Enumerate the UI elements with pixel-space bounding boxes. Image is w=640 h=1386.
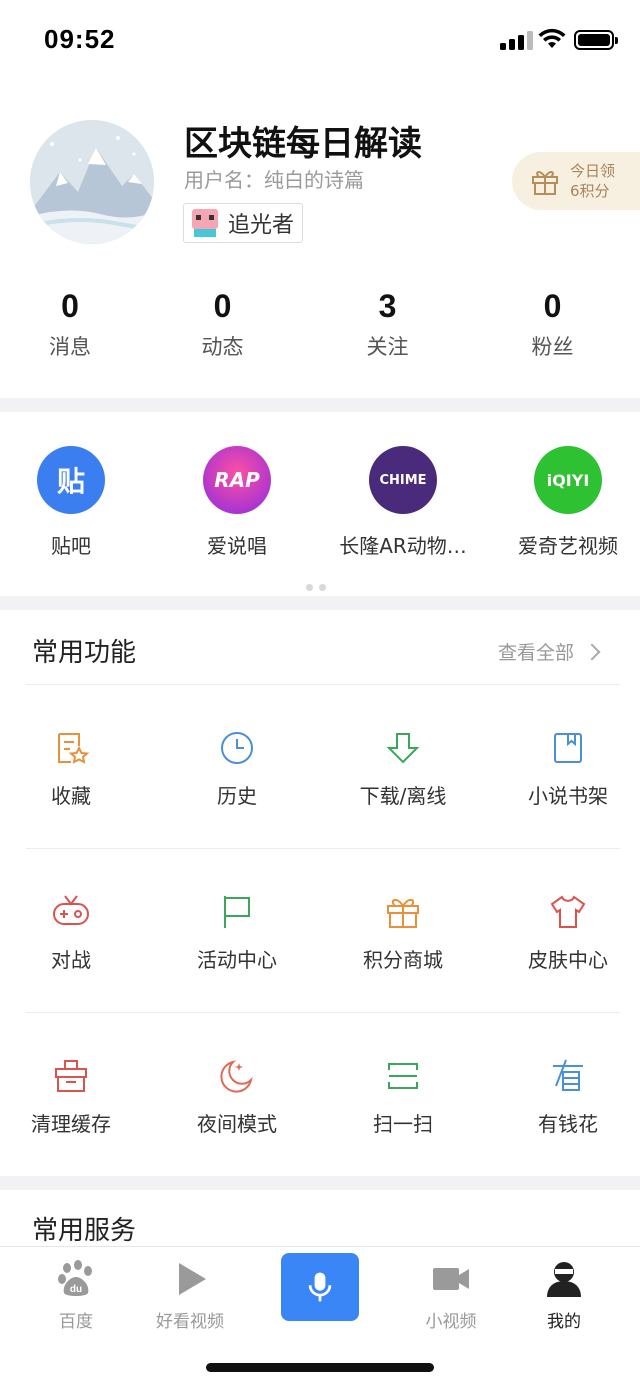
- divider: [26, 1012, 620, 1013]
- status-bar: 09:52: [0, 0, 640, 80]
- fn-history[interactable]: 历史: [157, 728, 317, 809]
- signal-icon: [500, 30, 534, 50]
- fn-clear-cache[interactable]: 清理缓存: [0, 1056, 151, 1137]
- tieba-icon: 贴: [37, 446, 105, 514]
- download-icon: [386, 733, 420, 764]
- app-tieba[interactable]: 贴 贴吧: [0, 446, 151, 559]
- app-ai-rap[interactable]: RAP 爱说唱: [157, 446, 317, 559]
- apps-carousel: 贴 贴吧 RAP 爱说唱 CHIME 长隆AR动物… iQIYI 爱奇艺视频: [0, 412, 640, 596]
- stat-messages[interactable]: 0 消息: [0, 288, 140, 368]
- gamepad-icon: [53, 895, 89, 925]
- profile-name: 区块链每日解读: [184, 124, 422, 164]
- fn-skin-center[interactable]: 皮肤中心: [488, 892, 640, 973]
- fn-night-mode[interactable]: 夜间模式: [157, 1056, 317, 1137]
- ai-rap-icon: RAP: [203, 446, 271, 514]
- common-functions-section: 常用功能 查看全部 收藏 历史 下载/离线 小说书架 对战 活动中心 积分商城 …: [0, 610, 640, 1176]
- shirt-icon: [550, 895, 586, 928]
- fn-activity-center[interactable]: 活动中心: [157, 892, 317, 973]
- gift-icon: [532, 171, 558, 195]
- fn-favorites[interactable]: 收藏: [0, 728, 151, 809]
- clock-icon: [221, 732, 253, 764]
- profile-username: 用户名：纯白的诗篇: [184, 168, 364, 192]
- gift-icon: [387, 899, 419, 928]
- tab-short-video[interactable]: 小视频: [396, 1259, 506, 1332]
- voice-search-button[interactable]: [281, 1253, 359, 1321]
- bottom-tab-bar: du 百度 好看视频 小视频 我的: [0, 1246, 640, 1386]
- wifi-icon: [538, 28, 566, 48]
- carousel-dots: [306, 576, 332, 595]
- tab-haokan-video[interactable]: 好看视频: [135, 1259, 245, 1332]
- microphone-icon: [308, 1272, 332, 1302]
- level-badge[interactable]: 追光者: [183, 203, 304, 243]
- app-iqiyi[interactable]: iQIYI 爱奇艺视频: [488, 446, 640, 559]
- status-time: 09:52: [44, 24, 116, 54]
- daily-reward-line1: 今日领: [570, 162, 616, 180]
- home-indicator: [206, 1363, 434, 1372]
- stat-following[interactable]: 3 关注: [305, 288, 470, 368]
- profile-card: 区块链每日解读 用户名：纯白的诗篇 追光者 今日领 6积分 0 消息 0 动态: [0, 80, 640, 398]
- svg-text:du: du: [70, 1284, 82, 1295]
- favorite-icon: [58, 733, 90, 764]
- iqiyi-icon: iQIYI: [534, 446, 602, 514]
- bookshelf-icon: [554, 733, 582, 763]
- common-services-section: 常用服务: [0, 1190, 640, 1250]
- scan-icon: [388, 1063, 418, 1089]
- fn-youqianhua[interactable]: 有钱花: [488, 1056, 640, 1137]
- flag-icon: [224, 896, 250, 928]
- fn-download[interactable]: 下载/离线: [323, 728, 483, 809]
- avatar[interactable]: [30, 120, 154, 244]
- stats-row: 0 消息 0 动态 3 关注 0 粉丝: [0, 288, 640, 368]
- fn-points-mall[interactable]: 积分商城: [323, 892, 483, 973]
- daily-reward-line2: 6积分: [570, 182, 610, 200]
- daily-reward-button[interactable]: 今日领 6积分: [512, 152, 640, 210]
- battery-icon: [574, 30, 618, 50]
- pixel-character-icon: [192, 209, 218, 237]
- baidu-paw-icon: du: [58, 1260, 92, 1296]
- level-label: 追光者: [228, 213, 295, 238]
- chimelong-icon: CHIME: [369, 446, 437, 514]
- chevron-right-icon: [583, 643, 601, 660]
- fn-battle[interactable]: 对战: [0, 892, 151, 973]
- moon-icon: [220, 1060, 253, 1093]
- stat-followers[interactable]: 0 粉丝: [470, 288, 635, 368]
- stat-posts[interactable]: 0 动态: [140, 288, 305, 368]
- section-title: 常用服务: [32, 1216, 137, 1246]
- tab-baidu[interactable]: du 百度: [21, 1259, 131, 1332]
- fn-scan[interactable]: 扫一扫: [323, 1056, 483, 1137]
- app-chimelong-ar[interactable]: CHIME 长隆AR动物…: [323, 446, 483, 559]
- user-icon: [547, 1262, 581, 1297]
- play-icon: [179, 1263, 206, 1295]
- divider: [26, 684, 620, 685]
- fn-bookshelf[interactable]: 小说书架: [488, 728, 640, 809]
- divider: [26, 848, 620, 849]
- section-title: 常用功能: [32, 638, 137, 668]
- money-icon: [553, 1059, 583, 1091]
- tab-mine[interactable]: 我的: [509, 1259, 619, 1332]
- see-all-link[interactable]: 查看全部: [498, 638, 601, 665]
- clean-icon: [55, 1060, 87, 1092]
- video-camera-icon: [433, 1268, 469, 1290]
